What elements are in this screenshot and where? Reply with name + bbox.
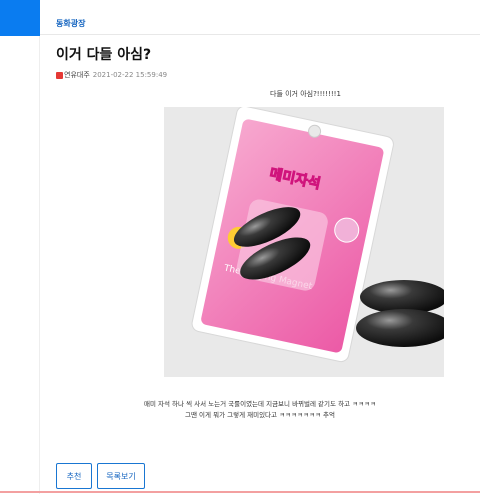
author-level-icon (56, 71, 63, 79)
rail-accent-block (0, 0, 40, 36)
post-meta: 연유대주 2021-02-22 15:59:49 (56, 70, 167, 80)
author-name[interactable]: 연유대주 (64, 70, 90, 80)
header-divider (40, 34, 480, 35)
left-rail (0, 0, 40, 494)
post-date: 2021-02-22 15:59:49 (92, 71, 168, 79)
magnet-product-photo: 메미자석 The Singing Magnet (164, 107, 444, 377)
footer-divider (0, 491, 480, 493)
recommend-button[interactable]: 추천 (56, 463, 92, 489)
post-body-intro: 다들 이거 아심?!!!!!!!1 (270, 90, 341, 98)
post-title: 이거 다들 아심? (56, 47, 152, 63)
post-content: 동화광장 이거 다들 아심? 연유대주 2021-02-22 15:59:49 … (40, 0, 480, 494)
post-caption-line-1: 매미 자석 하나 씩 사서 노는거 국룰이였는데 지금보니 바뀌벌레 같기도 하… (143, 400, 377, 408)
list-view-button[interactable]: 목록보기 (97, 463, 145, 489)
post-caption-line-2: 그땐 이게 뭐가 그렇게 재미있다고 ㅋㅋㅋㅋㅋㅋㅋ 추억 (185, 411, 335, 419)
board-category-link[interactable]: 동화광장 (56, 18, 85, 29)
post-image: 메미자석 The Singing Magnet (164, 107, 444, 377)
